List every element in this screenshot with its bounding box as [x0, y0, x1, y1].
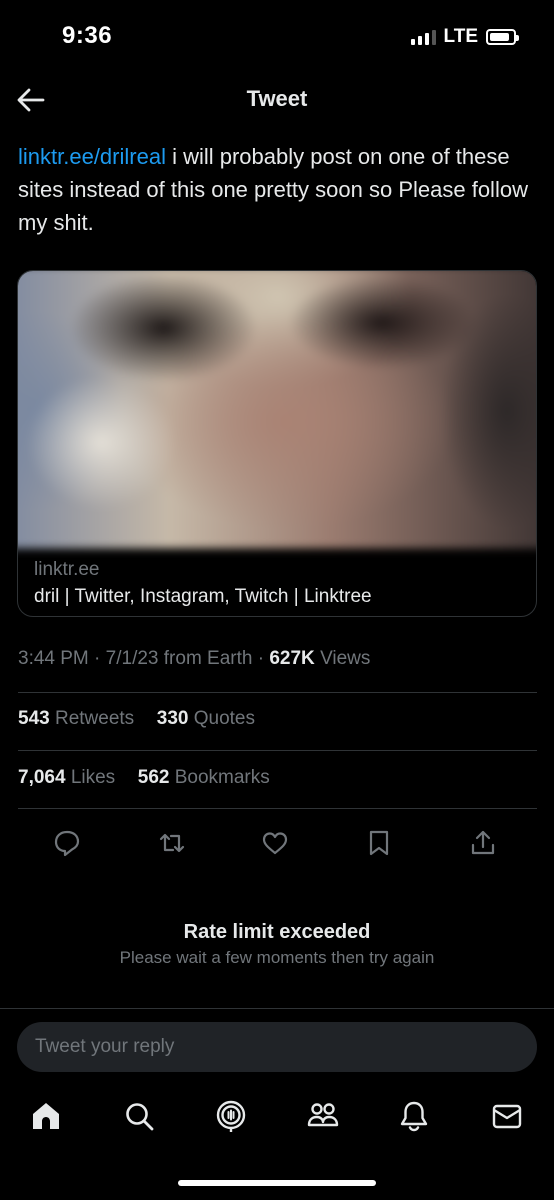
share-icon[interactable]	[468, 828, 498, 858]
card-meta: linktr.ee dril | Twitter, Instagram, Twi…	[18, 543, 536, 611]
tweet-time: 3:44 PM	[18, 648, 89, 669]
tweet-source: from Earth	[163, 648, 253, 669]
quotes-stat[interactable]: 330 Quotes	[157, 708, 255, 729]
divider	[18, 808, 537, 809]
views-label: Views	[320, 648, 371, 669]
reply-box[interactable]	[17, 1022, 537, 1072]
retweets-label: Retweets	[54, 708, 135, 729]
status-time: 9:36	[62, 22, 113, 49]
spaces-icon[interactable]	[213, 1098, 249, 1134]
separator: ·	[94, 648, 101, 669]
divider	[18, 692, 537, 693]
status-bar: 9:36 LTE	[0, 0, 554, 72]
page-title: Tweet	[246, 86, 308, 111]
tweet-detail-screen: 9:36 LTE Tweet linktr.ee/drilreal i will…	[0, 0, 554, 1200]
link-preview-card[interactable]: linktr.ee dril | Twitter, Instagram, Twi…	[17, 270, 537, 617]
card-domain: linktr.ee	[34, 559, 100, 580]
rate-limit-notice: Rate limit exceeded Please wait a few mo…	[0, 918, 554, 970]
reply-input[interactable]	[35, 1036, 519, 1058]
quotes-label: Quotes	[193, 708, 255, 729]
bookmarks-stat[interactable]: 562 Bookmarks	[138, 767, 270, 788]
card-image	[18, 271, 536, 549]
home-indicator	[178, 1180, 376, 1186]
communities-icon[interactable]	[305, 1098, 341, 1134]
retweets-count: 543	[18, 708, 50, 729]
network-label: LTE	[443, 26, 478, 47]
bookmark-icon[interactable]	[364, 828, 394, 858]
rate-limit-title: Rate limit exceeded	[183, 921, 371, 943]
battery-icon	[486, 29, 519, 45]
quotes-count: 330	[156, 708, 189, 729]
bookmarks-count: 562	[137, 767, 170, 788]
tweet-date: 7/1/23	[105, 648, 159, 669]
bookmarks-label: Bookmarks	[174, 767, 270, 788]
tweet-text: linktr.ee/drilreal i will probably post …	[18, 140, 538, 239]
views-count: 627K	[269, 648, 315, 669]
signal-icon	[410, 29, 436, 45]
home-icon[interactable]	[28, 1098, 64, 1134]
likes-count: 7,064	[18, 767, 66, 788]
retweets-stat[interactable]: 543 Retweets	[18, 708, 139, 729]
likes-stat[interactable]: 7,064 Likes	[18, 767, 120, 788]
header: Tweet	[0, 72, 554, 128]
divider	[0, 1008, 554, 1009]
tweet-timestamp-row: 3:44 PM · 7/1/23 from Earth · 627K Views	[18, 648, 537, 670]
notifications-icon[interactable]	[396, 1098, 432, 1134]
retweet-quote-stats: 543 Retweets 330 Quotes	[18, 708, 537, 730]
like-bookmark-stats: 7,064 Likes 562 Bookmarks	[18, 767, 537, 789]
tweet-action-bar	[0, 824, 554, 864]
status-indicators: LTE	[410, 26, 519, 48]
divider	[18, 750, 537, 751]
separator: ·	[257, 648, 265, 669]
card-title: dril | Twitter, Instagram, Twitch | Link…	[34, 586, 372, 607]
reply-icon[interactable]	[52, 828, 82, 858]
messages-icon[interactable]	[489, 1098, 525, 1134]
rate-limit-subtitle: Please wait a few moments then try again	[119, 948, 435, 967]
likes-label: Likes	[70, 767, 116, 788]
tweet-link[interactable]: linktr.ee/drilreal	[18, 144, 166, 169]
search-icon[interactable]	[121, 1098, 157, 1134]
retweet-icon[interactable]	[157, 828, 187, 858]
like-icon[interactable]	[260, 828, 290, 858]
bottom-nav	[0, 1090, 554, 1150]
